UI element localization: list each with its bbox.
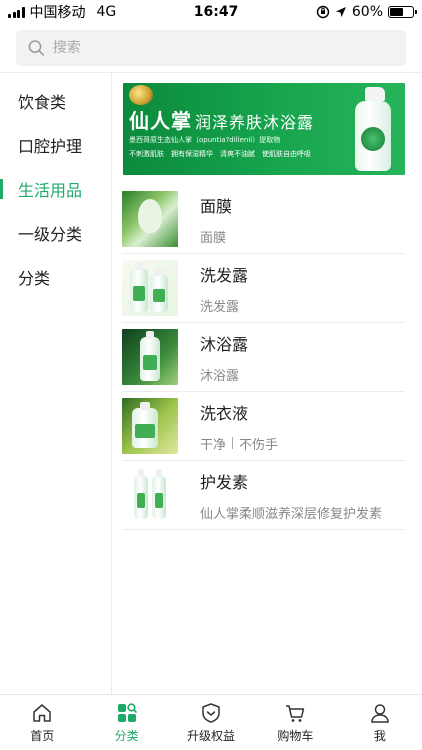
banner-title-sub: 润泽养肤沐浴露 — [195, 113, 315, 132]
tab-me[interactable]: 我 — [338, 695, 422, 750]
location-icon — [335, 7, 346, 17]
product-name: 洗衣液 — [200, 403, 249, 423]
category-icon — [117, 702, 137, 722]
product-desc-text: 干净 — [200, 437, 227, 453]
search-bar — [0, 24, 422, 74]
sidebar-item-label: 生活用品 — [18, 181, 83, 200]
product-desc: 面膜 — [200, 227, 232, 246]
product-name: 洗发露 — [200, 265, 249, 285]
product-desc-text: 仙人掌柔顺滋养深层修复护发素 — [200, 506, 383, 522]
search-box[interactable] — [16, 30, 406, 66]
product-desc-text: 洗发露 — [200, 299, 240, 315]
product-item-mask[interactable]: 面膜 面膜 — [122, 185, 405, 254]
sidebar-item-label: 口腔护理 — [18, 137, 83, 156]
product-desc-text: 面膜 — [200, 230, 227, 246]
battery-icon — [388, 6, 417, 18]
home-icon — [33, 703, 51, 722]
status-right: 60% — [316, 4, 417, 20]
sidebar-item-label: 一级分类 — [18, 225, 83, 244]
cart-icon — [286, 704, 305, 722]
tab-upgrade[interactable]: 升级权益 — [169, 695, 253, 750]
search-input[interactable] — [52, 40, 394, 56]
product-desc-text: 不伤手 — [239, 437, 279, 453]
product-name: 护发素 — [200, 472, 249, 492]
product-name: 沐浴露 — [200, 334, 249, 354]
banner-title: 仙人掌 润泽养肤沐浴露 — [129, 105, 314, 134]
sidebar-item-oral-care[interactable]: 口腔护理 — [0, 123, 111, 167]
product-thumbnail — [122, 398, 178, 454]
user-icon — [371, 703, 389, 723]
brand-logo — [129, 85, 153, 105]
product-desc-text: 沐浴露 — [200, 368, 240, 384]
banner-tags: 不刺激肌肤 拥有保湿精华 清爽不油腻 使肌肤自由呼吸 — [129, 150, 311, 158]
carrier-name: 中国移动 — [29, 5, 86, 21]
product-desc: 干净 不伤手 — [200, 434, 278, 453]
product-thumbnail — [122, 467, 178, 523]
product-desc: 仙人掌柔顺滋养深层修复护发素 — [200, 503, 382, 522]
product-desc: 沐浴露 — [200, 365, 248, 384]
tab-label: 购物车 — [277, 728, 314, 743]
category-sidebar: 饮食类 口腔护理 生活用品 一级分类 分类 — [0, 73, 112, 694]
sidebar-item-level-one[interactable]: 一级分类 — [0, 211, 111, 255]
tab-label: 升级权益 — [187, 728, 236, 743]
upgrade-icon — [202, 702, 220, 723]
product-desc: 洗发露 — [200, 296, 248, 315]
orientation-lock-icon — [316, 5, 330, 19]
sidebar-item-label: 分类 — [18, 269, 51, 288]
tab-label: 我 — [373, 728, 386, 743]
bottle-image — [353, 87, 393, 171]
category-content: 仙人掌 润泽养肤沐浴露 墨西哥原生态仙人掌（opuntia?dillenii）提取… — [112, 73, 422, 694]
banner-title-main: 仙人掌 — [129, 109, 192, 133]
product-thumbnail — [122, 191, 178, 247]
product-item-conditioner[interactable]: 护发素 仙人掌柔顺滋养深层修复护发素 — [122, 461, 405, 530]
product-list: 面膜 面膜 洗发露 洗发露 沐浴露 沐浴露 洗衣液 干净 不伤手 护发素 仙人掌… — [122, 185, 405, 530]
product-item-laundry-detergent[interactable]: 洗衣液 干净 不伤手 — [122, 392, 405, 461]
divider — [232, 437, 234, 449]
signal-icon — [8, 6, 25, 18]
product-name: 面膜 — [200, 196, 233, 216]
main-area: 饮食类 口腔护理 生活用品 一级分类 分类 仙人掌 润泽养肤沐浴露 墨西哥原生态仙… — [0, 72, 422, 694]
product-item-shampoo[interactable]: 洗发露 洗发露 — [122, 254, 405, 323]
network-type: 4G — [96, 4, 117, 20]
banner-subtitle: 墨西哥原生态仙人掌（opuntia?dillenii）提取物 — [129, 136, 281, 144]
sidebar-item-daily-goods[interactable]: 生活用品 — [0, 167, 111, 211]
status-bar: 中国移动 4G 16:47 60% — [0, 0, 422, 24]
promo-banner[interactable]: 仙人掌 润泽养肤沐浴露 墨西哥原生态仙人掌（opuntia?dillenii）提取… — [123, 83, 405, 175]
sidebar-item-food[interactable]: 饮食类 — [0, 79, 111, 123]
battery-fill — [390, 8, 404, 16]
tab-home[interactable]: 首页 — [0, 695, 84, 750]
product-item-body-wash[interactable]: 沐浴露 沐浴露 — [122, 323, 405, 392]
tab-label: 分类 — [114, 728, 139, 743]
tab-cart[interactable]: 购物车 — [253, 695, 337, 750]
battery-percent: 60% — [351, 4, 383, 20]
product-thumbnail — [122, 260, 178, 316]
search-icon — [28, 40, 45, 56]
product-thumbnail — [122, 329, 178, 385]
sidebar-item-label: 饮食类 — [18, 93, 67, 112]
status-left: 中国移动 4G — [8, 2, 116, 22]
tab-category[interactable]: 分类 — [84, 695, 168, 750]
sidebar-item-category[interactable]: 分类 — [0, 255, 111, 299]
status-time: 16:47 — [193, 4, 239, 20]
tab-bar: 首页 分类 升级权益 购物车 我 — [0, 694, 422, 750]
tab-label: 首页 — [30, 728, 55, 743]
